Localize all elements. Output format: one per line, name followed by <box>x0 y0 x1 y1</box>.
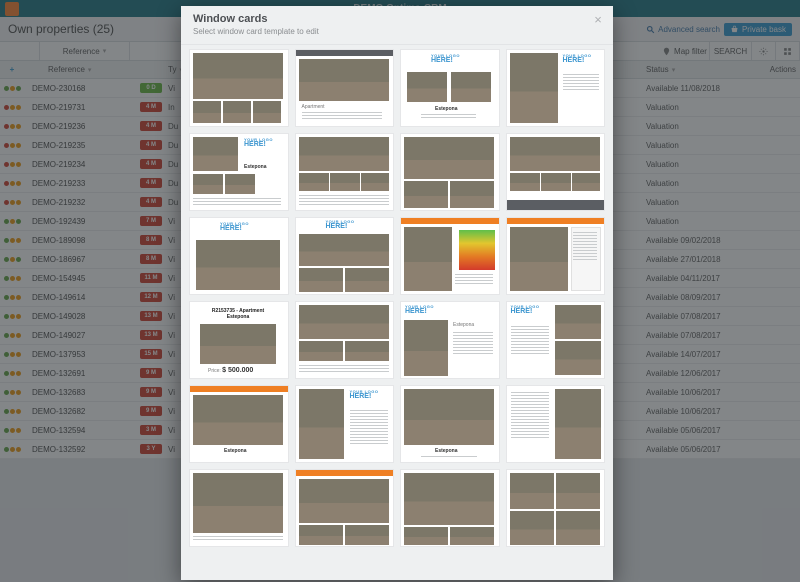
property-photo <box>330 173 360 191</box>
template-card[interactable]: YOUR LOGOHERE! <box>295 385 395 463</box>
property-photo <box>510 53 558 123</box>
property-photo <box>299 305 389 339</box>
property-photo <box>572 173 600 191</box>
template-card[interactable]: YOUR LOGOHERE!Estepona <box>400 49 500 127</box>
modal-title: Window cards <box>193 13 601 25</box>
template-card[interactable]: YOUR LOGOHERE! <box>189 217 289 295</box>
modal-header: Window cards Select window card template… <box>181 6 613 45</box>
property-photo <box>193 101 221 123</box>
property-photo <box>404 527 448 545</box>
property-photo <box>450 181 494 208</box>
template-card[interactable] <box>506 385 606 463</box>
template-card[interactable]: Apartment <box>295 49 395 127</box>
property-photo <box>299 341 343 361</box>
property-photo <box>404 137 494 179</box>
property-photo <box>556 473 600 509</box>
property-photo <box>299 268 343 292</box>
logo-placeholder: YOUR LOGOHERE! <box>431 54 460 64</box>
property-photo <box>299 234 389 266</box>
template-card[interactable] <box>400 133 500 211</box>
property-photo <box>404 389 494 445</box>
template-card[interactable] <box>189 49 289 127</box>
template-card[interactable]: Estepona <box>189 385 289 463</box>
template-card[interactable]: YOUR LOGOHERE! <box>295 217 395 295</box>
property-photo <box>407 72 447 102</box>
template-card[interactable] <box>189 469 289 547</box>
property-photo <box>555 341 601 375</box>
property-photo <box>404 320 448 376</box>
modal-close-button[interactable]: × <box>591 12 605 26</box>
property-photo <box>510 511 554 545</box>
property-photo <box>345 525 389 545</box>
property-photo <box>299 479 389 523</box>
property-photo <box>193 395 283 445</box>
property-photo <box>450 527 494 545</box>
property-photo <box>510 173 540 191</box>
logo-placeholder: YOUR LOGOHERE! <box>350 390 379 400</box>
property-photo <box>510 137 600 171</box>
property-photo <box>299 389 344 459</box>
property-photo <box>299 59 389 101</box>
property-photo <box>541 173 571 191</box>
property-photo <box>299 137 389 171</box>
template-card[interactable] <box>506 469 606 547</box>
template-card[interactable]: YOUR LOGOHERE! <box>506 301 606 379</box>
property-photo <box>193 174 223 194</box>
logo-placeholder: YOUR LOGOHERE! <box>563 54 592 64</box>
template-card[interactable] <box>295 133 395 211</box>
property-photo <box>556 511 600 545</box>
template-card[interactable] <box>400 217 500 295</box>
template-card[interactable] <box>295 301 395 379</box>
template-card[interactable] <box>506 133 606 211</box>
logo-placeholder: YOUR LOGOHERE! <box>220 222 249 232</box>
logo-placeholder: YOUR LOGOHERE! <box>244 138 273 148</box>
property-photo <box>193 137 238 171</box>
template-card[interactable]: YOUR LOGOHERE! <box>506 49 606 127</box>
property-photo <box>225 174 255 194</box>
logo-placeholder: YOUR LOGOHERE! <box>511 305 540 315</box>
property-photo <box>555 389 601 459</box>
property-photo <box>193 473 283 533</box>
template-card[interactable]: YOUR LOGOHERE!Estepona <box>400 301 500 379</box>
property-photo <box>345 268 389 292</box>
modal-subtitle: Select window card template to edit <box>193 27 601 36</box>
property-photo <box>361 173 389 191</box>
property-photo <box>200 324 276 364</box>
property-photo <box>451 72 491 102</box>
property-photo <box>404 473 494 525</box>
template-card[interactable]: Estepona <box>400 385 500 463</box>
property-photo <box>555 305 601 339</box>
template-card[interactable]: YOUR LOGOHERE!Estepona <box>189 133 289 211</box>
template-grid: ApartmentYOUR LOGOHERE!EsteponaYOUR LOGO… <box>189 49 605 547</box>
window-cards-modal: Window cards Select window card template… <box>181 6 613 580</box>
property-photo <box>223 101 251 123</box>
property-photo <box>404 227 452 291</box>
template-card[interactable] <box>295 469 395 547</box>
template-card[interactable] <box>400 469 500 547</box>
property-photo <box>299 173 329 191</box>
property-photo <box>193 53 283 99</box>
property-photo <box>510 473 554 509</box>
modal-body[interactable]: ApartmentYOUR LOGOHERE!EsteponaYOUR LOGO… <box>181 45 613 580</box>
property-photo <box>345 341 389 361</box>
property-photo <box>253 101 281 123</box>
property-photo <box>510 227 568 291</box>
property-photo <box>196 240 280 290</box>
template-card[interactable]: R2153735 - ApartmentEsteponaPrice: $ 500… <box>189 301 289 379</box>
property-photo <box>404 181 448 208</box>
logo-placeholder: YOUR LOGOHERE! <box>405 305 434 315</box>
template-card[interactable] <box>506 217 606 295</box>
logo-placeholder: YOUR LOGOHERE! <box>326 220 355 230</box>
property-photo <box>299 525 343 545</box>
energy-rating-icon <box>459 230 495 270</box>
